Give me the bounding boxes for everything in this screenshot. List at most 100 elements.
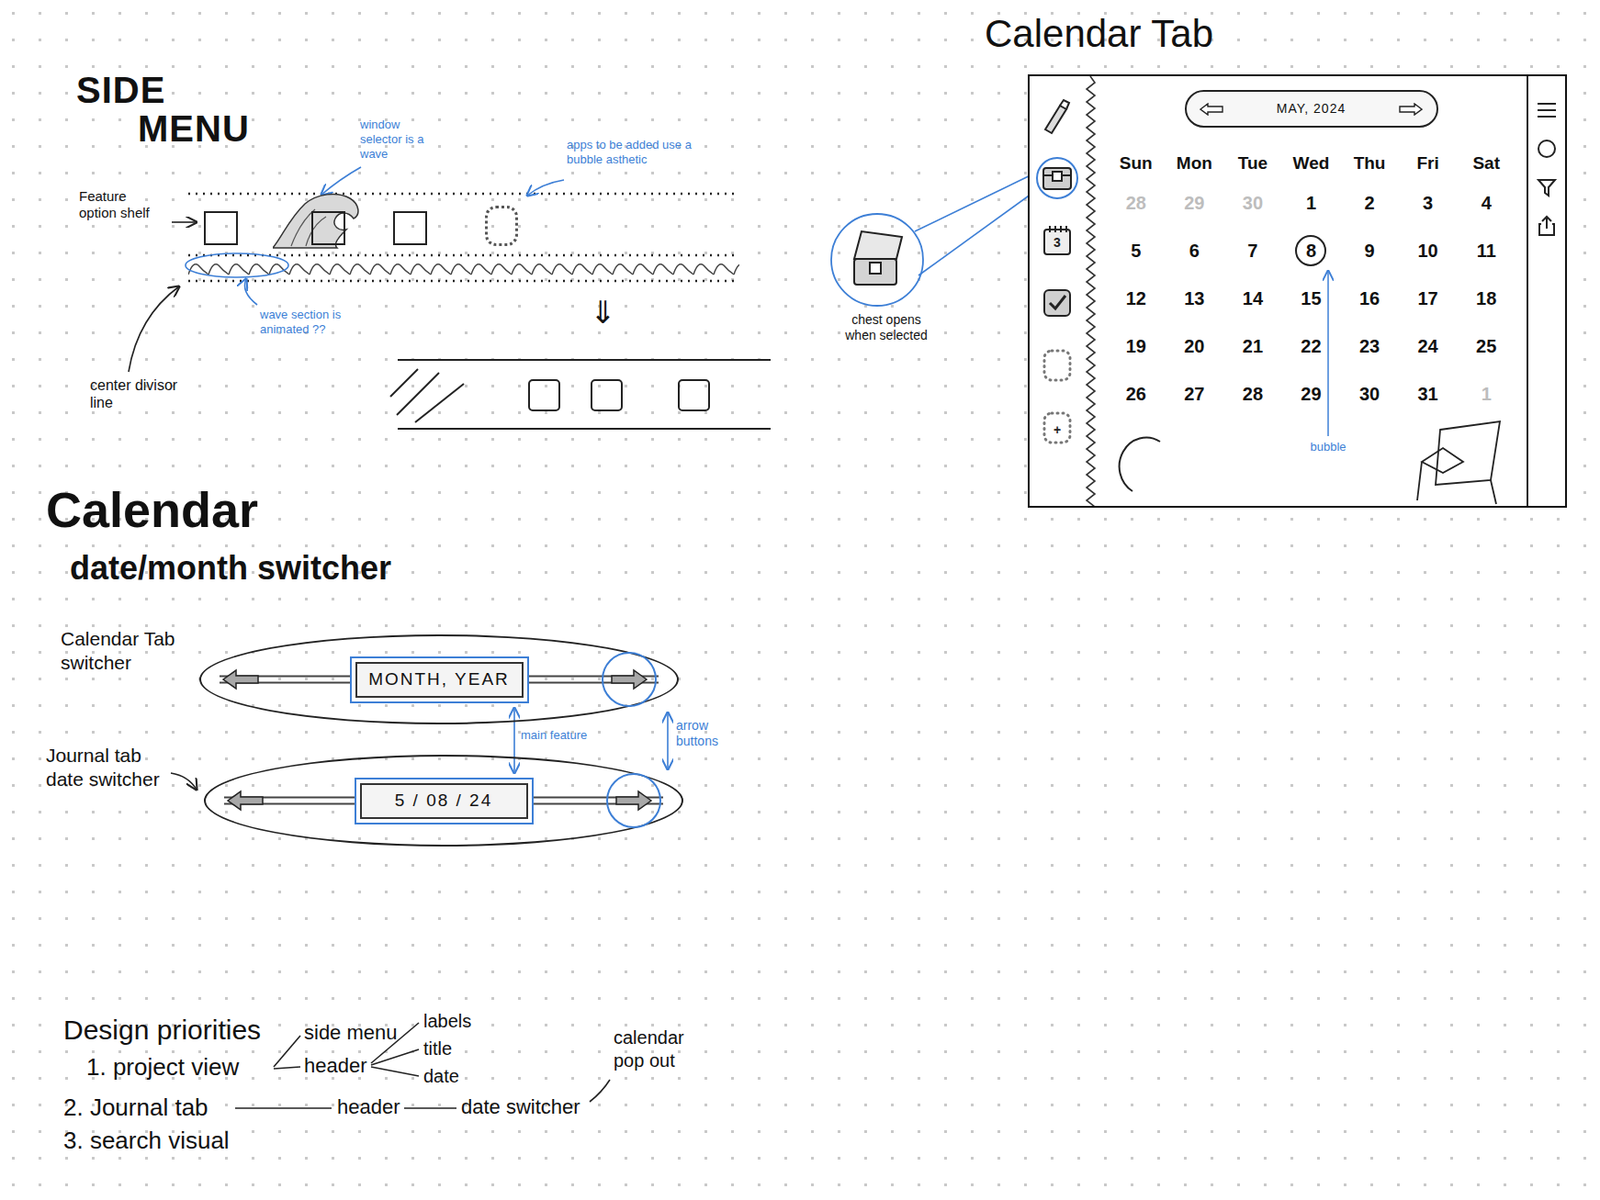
day-cell[interactable]: 24: [1398, 322, 1458, 371]
add-icon: +: [1041, 410, 1073, 446]
shelf-slot[interactable]: [311, 211, 346, 246]
app-sidebar: 3+: [1029, 76, 1096, 507]
priority-branch: header: [304, 1054, 368, 1079]
day-number: 23: [1357, 330, 1382, 362]
share-shape: [1535, 214, 1558, 238]
day-number: 10: [1416, 235, 1441, 267]
day-number: 4: [1479, 187, 1494, 219]
right-arrow-icon[interactable]: [606, 773, 662, 829]
day-number: 31: [1416, 378, 1441, 410]
day-cell[interactable]: 30: [1340, 370, 1399, 418]
day-cell[interactable]: 10: [1398, 226, 1458, 275]
day-cell[interactable]: 3: [1398, 179, 1458, 227]
day-cell[interactable]: 27: [1165, 370, 1225, 418]
day-cell[interactable]: 1: [1282, 179, 1341, 227]
day-number: 25: [1474, 330, 1499, 362]
day-cell[interactable]: 7: [1223, 226, 1283, 275]
priority-item: 2. Journal tab: [63, 1092, 209, 1123]
day-cell[interactable]: 20: [1165, 322, 1225, 371]
day-cell[interactable]: 29: [1282, 370, 1341, 418]
day-cell[interactable]: 15: [1282, 274, 1341, 323]
day-cell[interactable]: 28: [1223, 370, 1283, 418]
day-cell[interactable]: 5: [1106, 226, 1166, 275]
day-cell[interactable]: 9: [1340, 226, 1399, 275]
day-number: 19: [1124, 330, 1149, 362]
day-cell[interactable]: 22: [1282, 322, 1341, 371]
day-number: 26: [1124, 378, 1149, 410]
day-cell[interactable]: 23: [1340, 322, 1399, 371]
day-cell[interactable]: 4: [1456, 179, 1516, 227]
day-cell[interactable]: 26: [1106, 370, 1166, 418]
sidebar-item[interactable]: +: [1036, 406, 1079, 450]
shelf-slot[interactable]: [393, 211, 428, 246]
shelf-slot[interactable]: [484, 205, 519, 247]
day-number: 15: [1298, 282, 1323, 315]
day-number: 3: [1420, 187, 1435, 219]
day-cell[interactable]: 8: [1282, 226, 1341, 275]
day-number: 30: [1240, 187, 1265, 219]
checklist-icon: [1040, 286, 1074, 320]
right-arrow-icon[interactable]: [1398, 102, 1423, 116]
day-cell[interactable]: 6: [1165, 226, 1225, 275]
day-cell[interactable]: 2: [1340, 179, 1399, 227]
priority-branch: header: [337, 1095, 401, 1120]
day-cell[interactable]: 17: [1398, 274, 1458, 323]
day-cell[interactable]: 11: [1456, 226, 1516, 275]
day-cell[interactable]: 19: [1106, 322, 1166, 371]
chest-icon: [1040, 163, 1074, 193]
sidebar-item[interactable]: [1036, 157, 1079, 200]
filter-icon[interactable]: [1534, 175, 1559, 200]
day-cell[interactable]: 13: [1165, 274, 1225, 323]
left-arrow-shape: [1199, 102, 1224, 116]
day-cell[interactable]: 30: [1223, 179, 1283, 227]
switcher-heading: Calendar: [45, 481, 259, 539]
wave-divider-line: [1082, 76, 1096, 507]
day-number: 29: [1298, 378, 1323, 410]
menu-icon[interactable]: [1534, 98, 1559, 123]
sidebar-item[interactable]: [1036, 94, 1079, 137]
calendar-window: 3+MAY, 2024SunMonTueWedThuFriSat28293012…: [1027, 74, 1567, 508]
left-arrow-shape: [225, 789, 265, 812]
day-number: 16: [1357, 282, 1382, 315]
left-arrow-icon[interactable]: [225, 789, 265, 812]
sidebar-item[interactable]: [1036, 344, 1079, 387]
checklist-icon: [1040, 286, 1074, 320]
annotation: Feature option shelf: [78, 188, 168, 222]
priority-branch: calendar pop out: [613, 1026, 706, 1073]
priority-item: 1. project view: [86, 1052, 239, 1082]
day-number: 2: [1363, 187, 1377, 219]
sidebar-item[interactable]: [1036, 281, 1079, 325]
left-arrow-icon[interactable]: [221, 668, 260, 691]
share-icon[interactable]: [1534, 214, 1559, 238]
weekday-label: Sun: [1106, 147, 1166, 180]
circle-icon[interactable]: [1534, 136, 1559, 161]
day-cell[interactable]: 21: [1223, 322, 1283, 371]
calendar-icon: 3: [1041, 224, 1073, 258]
day-cell[interactable]: 28: [1106, 179, 1166, 227]
right-toolbar: [1526, 76, 1566, 507]
right-arrow-icon[interactable]: [601, 652, 657, 708]
switcher-label: Calendar Tab switcher: [60, 627, 192, 676]
day-number: 24: [1416, 330, 1441, 362]
weekday-label: Fri: [1398, 147, 1458, 180]
left-arrow-icon[interactable]: [1199, 102, 1224, 116]
annotation: wave section is animated ??: [259, 307, 349, 338]
annotation: main feature: [520, 728, 595, 743]
day-number: 9: [1363, 235, 1377, 267]
bubble-icon: [1041, 348, 1073, 384]
annotation: apps to be added use a bubble asthetic: [566, 137, 719, 168]
day-cell[interactable]: 18: [1456, 274, 1516, 323]
day-number: 6: [1187, 235, 1202, 267]
day-number: 7: [1245, 235, 1260, 267]
day-cell[interactable]: 31: [1398, 370, 1458, 418]
sidebar-item[interactable]: 3: [1036, 219, 1079, 262]
day-cell[interactable]: 14: [1223, 274, 1283, 323]
day-number: 5: [1128, 235, 1143, 267]
day-cell[interactable]: 29: [1165, 179, 1225, 227]
day-cell[interactable]: 12: [1106, 274, 1166, 323]
day-cell[interactable]: 16: [1340, 274, 1399, 323]
shelf-slot[interactable]: [203, 211, 238, 246]
bubble-slot: [484, 205, 519, 247]
day-cell[interactable]: 1: [1456, 370, 1516, 418]
day-cell[interactable]: 25: [1456, 322, 1516, 371]
